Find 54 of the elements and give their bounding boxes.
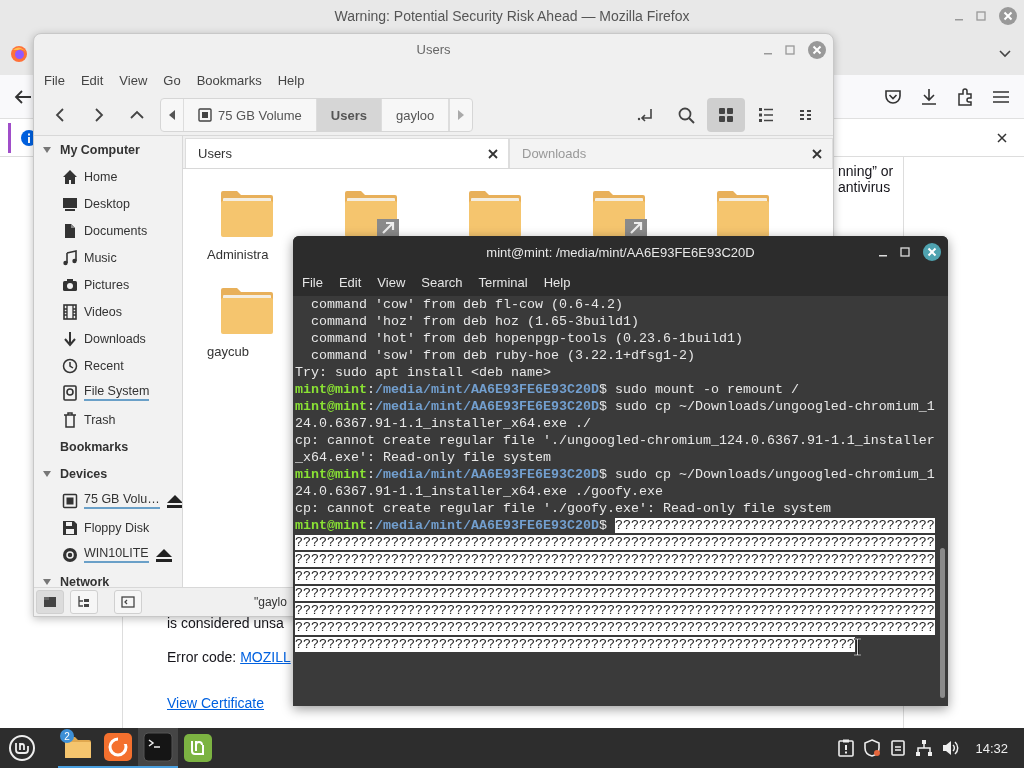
menu-item[interactable]: Bookmarks (188, 72, 270, 88)
output-line: command 'hoz' from deb hoz (1.65-3build1) (310, 314, 639, 329)
sidebar-item[interactable]: 75 GB Volu… (84, 492, 160, 509)
output-line: command 'cow' from deb fl-cow (0.6-4.2) (310, 297, 623, 312)
menu-item[interactable]: Search (413, 274, 471, 290)
tab[interactable]: Users (185, 138, 509, 168)
folder-label[interactable]: Administra (207, 247, 269, 262)
page-text: is considered unsa (167, 615, 284, 631)
sidebar-item[interactable]: Desktop (84, 196, 130, 211)
window-title: Users (416, 42, 451, 57)
output-line: command 'hot' from deb hopenpgp-tools (0.23.6-1build1) (310, 331, 743, 346)
sidebar-item[interactable]: File System (84, 384, 150, 401)
breadcrumb-button[interactable]: gayloo (381, 99, 450, 131)
clock-text[interactable]: 14:32 (975, 740, 1008, 756)
output-line: cp: cannot create regular file './goofy.exe': Read-only file system (295, 501, 831, 516)
status-text: "gaylo (254, 595, 287, 609)
sidebar-item[interactable]: Floppy Disk (84, 520, 150, 535)
menu-item[interactable]: File (36, 72, 73, 88)
error-code-link[interactable]: MOZILL (240, 649, 291, 665)
sidebar-item[interactable]: Downloads (84, 331, 146, 346)
sidebar-heading: Bookmarks (60, 439, 129, 454)
view-certificate-link[interactable]: View Certificate (167, 695, 264, 711)
sidebar-item[interactable]: Videos (84, 304, 122, 319)
output-line: command 'sow' from deb ruby-hoe (3.22.1+dfsg1-2) (310, 348, 695, 363)
menu-item[interactable]: View (111, 72, 156, 88)
breadcrumb-button[interactable]: Users (316, 99, 382, 131)
sidebar-item[interactable]: Recent (84, 358, 124, 373)
command-line: mint@mint:/media/mint/AA6E93FE6E93C20D$ sudo mount -o remount / (295, 381, 800, 398)
sidebar-item[interactable]: Music (84, 250, 117, 265)
output-line: Try: sudo apt install <deb name> (295, 365, 551, 380)
page-text: nning” or (838, 163, 894, 179)
breadcrumb-button[interactable]: 75 GB Volume (184, 99, 317, 131)
error-code-text: Error code: MOZILL (167, 649, 291, 665)
menu-item[interactable]: Edit (330, 274, 370, 290)
sidebar-heading: My Computer (60, 142, 140, 157)
count-badge: 2 (60, 729, 74, 743)
menu-item[interactable]: Help (535, 274, 579, 290)
menu-item[interactable]: View (369, 274, 414, 290)
page-text: antivirus (838, 179, 891, 195)
window-title: Warning: Potential Security Risk Ahead — Mozilla Firefox (334, 8, 690, 24)
menu-item[interactable]: Edit (72, 72, 112, 88)
sidebar-item[interactable]: Home (84, 169, 118, 184)
sidebar-item[interactable]: Trash (84, 412, 116, 427)
sidebar-item[interactable]: WIN10LITE (84, 546, 149, 563)
menu-item[interactable]: File (294, 274, 331, 290)
menu-item[interactable]: Terminal (470, 274, 536, 290)
sidebar-item[interactable]: Documents (84, 223, 148, 238)
sidebar-heading: Network (60, 574, 110, 587)
menu-item[interactable]: Help (269, 72, 313, 88)
sidebar-heading: Devices (60, 466, 108, 481)
window-title: mint@mint: /media/mint/AA6E93FE6E93C20D (486, 244, 755, 260)
menu-item[interactable]: Go (155, 72, 189, 88)
sidebar-item[interactable]: Pictures (84, 277, 130, 292)
folder-label[interactable]: gaycub (207, 344, 249, 359)
